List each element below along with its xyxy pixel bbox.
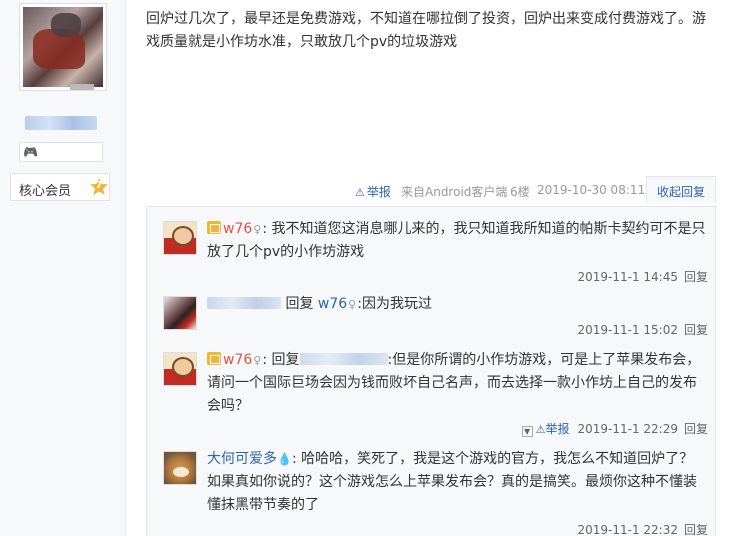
reply-time: 2019-11-1 22:29 [577,422,678,436]
warning-icon: ⚠ [535,423,546,436]
reply-time: 2019-11-1 22:32 [577,523,678,536]
reply-avatar[interactable] [163,296,197,330]
badge-box: 🎮 [19,142,103,162]
vip-icon [207,221,221,234]
vip-icon [207,352,221,365]
reply-time: 2019-11-1 15:02 [577,323,678,337]
avatar-caption-blur [70,84,94,90]
reply-button[interactable]: 回复 [684,270,708,284]
reply-text: :因为我玩过 [357,296,432,312]
reply-meta: 2019-11-1 15:02 回复 [577,321,708,338]
reply-avatar[interactable] [163,352,197,386]
post-tail-bar: ⚠ 举报 来自Android客户端 6楼 2019-10-30 08:11 收起回… [0,176,731,203]
post-time: 2019-10-30 08:11 [537,183,646,197]
reply-username[interactable]: w76 [223,221,252,237]
reply-avatar-image [164,297,196,329]
reply-button[interactable]: 回复 [684,323,708,337]
reply-target-user[interactable]: w76 [318,296,347,312]
post-source: 来自Android客户端 [401,185,508,199]
reply-username[interactable]: w76 [223,352,252,368]
reply-meta: 2019-11-1 22:32 回复 [577,521,708,536]
reply-prefix: 回复 [285,296,314,312]
reply-prefix: : 回复 [262,352,300,368]
reply-avatar[interactable] [163,451,197,485]
gender-icon: ♀ [253,223,262,236]
reply-time: 2019-11-1 14:45 [577,270,678,284]
reply-meta: 2019-11-1 14:45 回复 [577,268,708,285]
author-sidebar: 🎮 核心会员 7 [0,0,126,536]
sub-reply-list: w76♀: 我不知道您这消息哪儿来的，我只知道我所知道的帕斯卡契约可不是只放了几… [146,206,716,536]
reply-content: 大何可爱多💧: 哈哈哈，笑死了，我是这个游戏的官方，我怎么不知道回炉了？ 如果真… [207,448,709,517]
reply-avatar-image [164,222,196,254]
reply-avatar-image [164,452,196,484]
gender-icon: ♀ [348,298,357,311]
report-link[interactable]: ⚠ 举报 [355,183,391,200]
reply-content: 回复 w76♀:因为我玩过 [207,293,709,316]
reply-avatar[interactable] [163,221,197,255]
reply-username[interactable]: 大何可爱多 [207,451,277,467]
author-avatar[interactable] [19,3,107,91]
author-avatar-image [23,7,103,87]
reply-avatar-image [164,353,196,385]
post-body-text: 回炉过几次了，最早还是免费游戏，不知道在哪拉倒了投资，回炉出来变成付费游戏了。游… [146,11,706,50]
reply-report-label: 举报 [545,422,570,436]
game-badge-icon[interactable]: 🎮 [23,143,38,161]
reply-button[interactable]: 回复 [684,523,708,536]
water-drop-icon: 💧 [277,452,292,466]
reply-meta: ▼ ⚠举报 2019-11-1 22:29 回复 [521,420,708,437]
author-username-blurred[interactable] [25,116,97,130]
reply-content: w76♀: 我不知道您这消息哪儿来的，我只知道我所知道的帕斯卡契约可不是只放了几… [207,218,709,264]
reply-report-link[interactable]: ⚠举报 [536,422,570,436]
reply-content: w76♀: 回复:但是你所谓的小作坊游戏，可是上了苹果发布会，请问一个国际巨场会… [207,349,709,418]
collapse-replies-button[interactable]: 收起回复 [646,176,716,203]
reply-target-blurred[interactable] [299,353,388,365]
warning-icon: ⚠ [355,186,365,199]
dropdown-arrow-icon[interactable]: ▼ [521,426,533,437]
gender-icon: ♀ [253,354,262,367]
post-floor: 6楼 [510,185,530,199]
report-label: 举报 [366,185,391,199]
reply-text: : 我不知道您这消息哪儿来的，我只知道我所知道的帕斯卡契约可不是只放了几个pv的… [207,221,706,260]
reply-button[interactable]: 回复 [684,422,708,436]
reply-username-blurred[interactable] [207,297,281,309]
